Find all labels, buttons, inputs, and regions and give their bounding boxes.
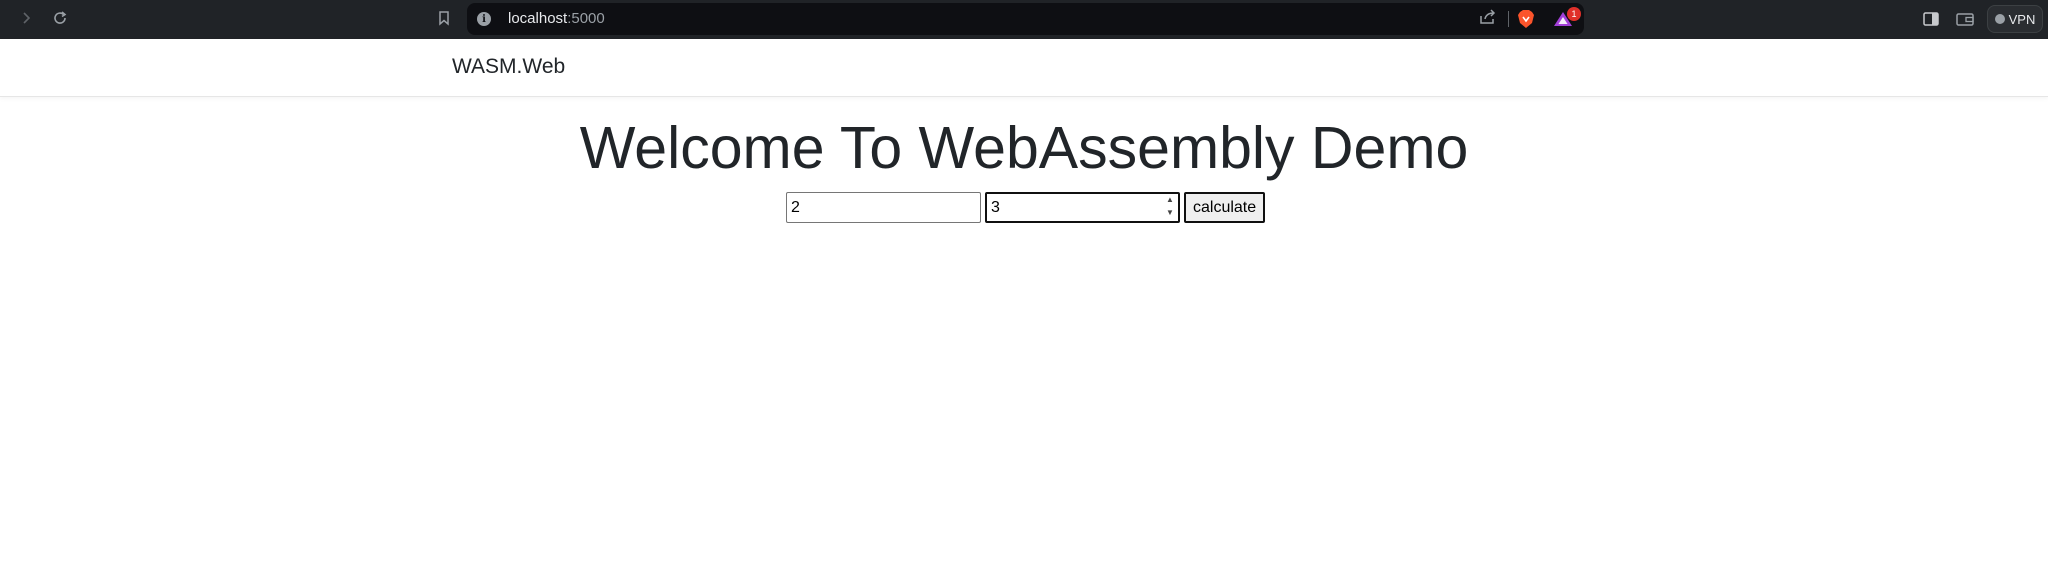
second-number-input[interactable] — [985, 192, 1180, 223]
rewards-badge: 1 — [1567, 7, 1581, 21]
browser-toolbar: i localhost:5000 1 VPN — [0, 0, 2048, 39]
first-number-input[interactable] — [786, 192, 981, 223]
bookmark-icon — [437, 10, 451, 29]
wallet-button[interactable] — [1955, 9, 1975, 29]
spinner-up-icon[interactable]: ▲ — [1166, 196, 1174, 204]
bookmark-button[interactable] — [432, 7, 456, 31]
sidebar-toggle-button[interactable] — [1921, 9, 1941, 29]
vpn-button[interactable]: VPN — [1987, 5, 2043, 33]
wallet-icon — [1955, 13, 1975, 33]
brave-shield-icon — [1517, 10, 1535, 33]
share-button[interactable] — [1477, 8, 1499, 30]
spinner-down-icon[interactable]: ▼ — [1166, 209, 1174, 217]
page-title: Welcome To WebAssembly Demo — [579, 115, 1469, 181]
brave-shield-button[interactable] — [1517, 9, 1535, 29]
brand-link[interactable]: WASM.Web — [452, 55, 565, 79]
url-text[interactable]: localhost:5000 — [508, 10, 605, 27]
url-divider — [1508, 11, 1509, 27]
site-navbar: WASM.Web — [0, 39, 2048, 97]
forward-button[interactable] — [14, 7, 38, 31]
number-spinner[interactable]: ▲ ▼ — [1165, 196, 1175, 217]
chevron-right-icon — [19, 10, 33, 28]
calculate-button[interactable]: calculate — [1184, 192, 1266, 223]
address-bar[interactable]: i localhost:5000 1 — [467, 3, 1584, 35]
url-port: :5000 — [567, 10, 605, 27]
info-icon[interactable]: i — [477, 12, 491, 26]
share-icon — [1479, 8, 1497, 30]
sidebar-toggle-icon — [1921, 12, 1941, 33]
reload-button[interactable] — [48, 7, 72, 31]
second-number-field[interactable]: ▲ ▼ — [985, 192, 1180, 223]
vpn-status-icon — [1994, 14, 2005, 24]
url-host: localhost — [508, 10, 568, 27]
calculator-form: ▲ ▼ calculate — [786, 192, 1266, 223]
reload-icon — [52, 10, 68, 29]
vpn-label: VPN — [2008, 11, 2036, 27]
